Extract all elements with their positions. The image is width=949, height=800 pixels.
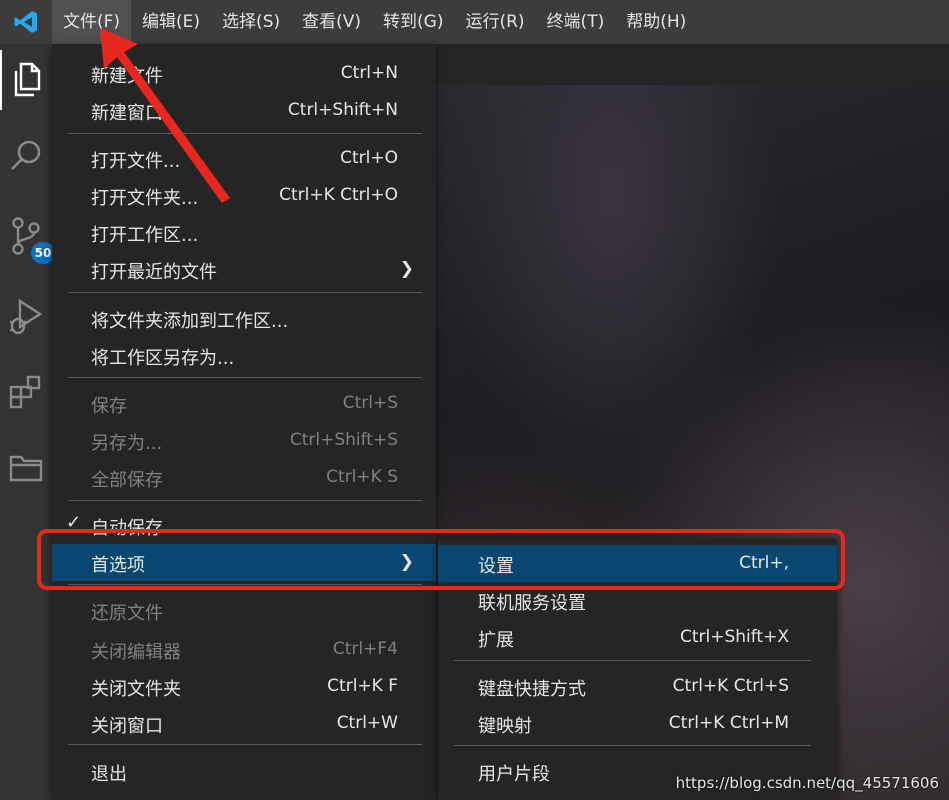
menu-go[interactable]: 转到(G) bbox=[372, 0, 454, 44]
annotation-highlight-box bbox=[37, 529, 845, 590]
menu-separator bbox=[68, 744, 422, 745]
search-icon[interactable] bbox=[0, 126, 52, 186]
menu-view[interactable]: 查看(V) bbox=[291, 0, 372, 44]
menu-save-all[interactable]: 全部保存 Ctrl+K S bbox=[52, 459, 436, 496]
activity-bar: 50 bbox=[0, 44, 55, 800]
menu-separator bbox=[68, 377, 422, 378]
run-debug-icon[interactable] bbox=[0, 286, 52, 346]
menu-separator bbox=[68, 133, 422, 134]
menu-file[interactable]: 文件(F) bbox=[52, 0, 132, 44]
menu-save-workspace-as[interactable]: 将工作区另存为... bbox=[52, 337, 436, 374]
explorer-icon[interactable] bbox=[0, 50, 52, 110]
menu-open-file[interactable]: 打开文件... Ctrl+O bbox=[52, 140, 436, 177]
menu-run[interactable]: 运行(R) bbox=[454, 0, 535, 44]
menu-revert-file[interactable]: 还原文件 bbox=[52, 592, 436, 629]
chevron-right-icon: ❯ bbox=[399, 259, 414, 279]
menu-close-editor[interactable]: 关闭编辑器 Ctrl+F4 bbox=[52, 631, 436, 668]
menu-selection[interactable]: 选择(S) bbox=[211, 0, 291, 44]
menu-new-window[interactable]: 新建窗口 Ctrl+Shift+N bbox=[52, 92, 436, 129]
submenu-keymaps[interactable]: 键映射 Ctrl+K Ctrl+M bbox=[438, 705, 837, 742]
source-control-icon[interactable]: 50 bbox=[0, 206, 55, 266]
menu-add-folder-to-workspace[interactable]: 将文件夹添加到工作区... bbox=[52, 300, 436, 337]
menu-help[interactable]: 帮助(H) bbox=[615, 0, 697, 44]
menu-separator bbox=[454, 745, 811, 746]
extensions-icon[interactable] bbox=[0, 362, 52, 422]
menu-open-recent[interactable]: 打开最近的文件 ❯ bbox=[52, 251, 436, 288]
menu-separator bbox=[454, 660, 811, 661]
watermark: https://blog.csdn.net/qq_45571606 bbox=[675, 774, 939, 792]
file-menu: 新建文件 Ctrl+N 新建窗口 Ctrl+Shift+N 打开文件... Ct… bbox=[52, 44, 436, 800]
menu-edit[interactable]: 编辑(E) bbox=[131, 0, 211, 44]
menu-terminal[interactable]: 终端(T) bbox=[536, 0, 616, 44]
menu-save[interactable]: 保存 Ctrl+S bbox=[52, 385, 436, 422]
menu-exit[interactable]: 退出 bbox=[52, 753, 436, 790]
menu-separator bbox=[68, 500, 422, 501]
menu-close-window[interactable]: 关闭窗口 Ctrl+W bbox=[52, 705, 436, 742]
submenu-keyboard-shortcuts[interactable]: 键盘快捷方式 Ctrl+K Ctrl+S bbox=[438, 668, 837, 705]
submenu-extensions[interactable]: 扩展 Ctrl+Shift+X bbox=[438, 619, 837, 656]
menu-close-folder[interactable]: 关闭文件夹 Ctrl+K F bbox=[52, 668, 436, 705]
remote-explorer-icon[interactable] bbox=[0, 438, 52, 498]
menu-open-folder[interactable]: 打开文件夹... Ctrl+K Ctrl+O bbox=[52, 177, 436, 214]
menu-save-as[interactable]: 另存为... Ctrl+Shift+S bbox=[52, 422, 436, 459]
menu-bar: 文件(F) 编辑(E) 选择(S) 查看(V) 转到(G) 运行(R) 终端(T… bbox=[0, 0, 949, 44]
menu-new-file[interactable]: 新建文件 Ctrl+N bbox=[52, 55, 436, 92]
menu-open-workspace[interactable]: 打开工作区... bbox=[52, 214, 436, 251]
menu-separator bbox=[68, 292, 422, 293]
vscode-logo-icon bbox=[0, 0, 52, 44]
